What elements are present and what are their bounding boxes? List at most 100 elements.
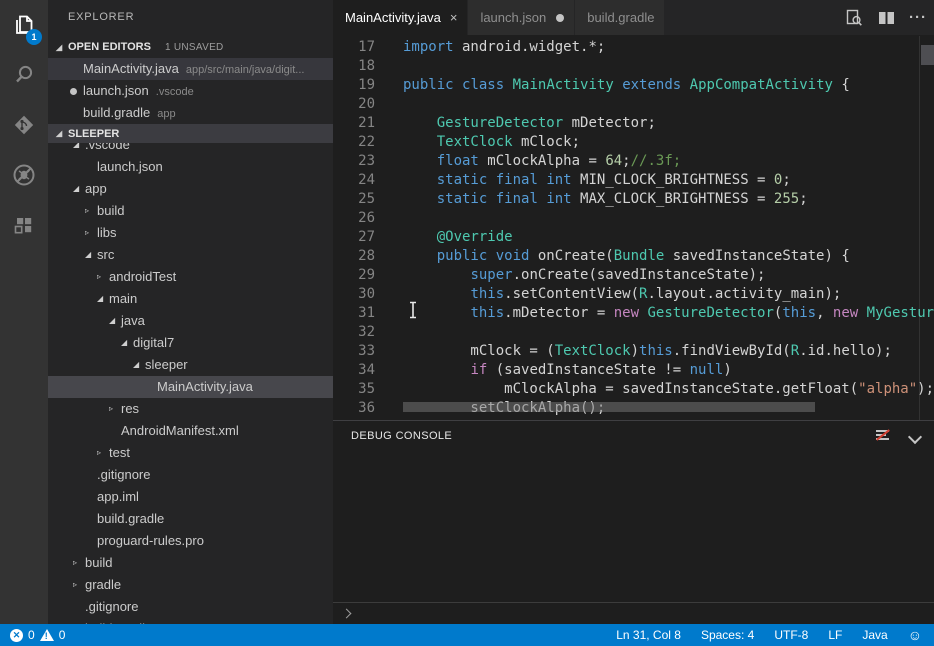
line-content: mClock = (TextClock)this.findViewById(R.… xyxy=(403,343,892,359)
chevron-expanded-icon: ◢ xyxy=(85,244,97,266)
line-number: 25 xyxy=(333,190,375,209)
folder-section-header[interactable]: ◢ SLEEPER xyxy=(48,124,333,143)
code-line-21: 21 GestureDetector mDetector; xyxy=(333,114,934,133)
line-content: static final int MAX_CLOCK_BRIGHTNESS = … xyxy=(403,191,808,207)
folder-section-label: SLEEPER xyxy=(68,128,119,140)
tab-launch.json[interactable]: launch.json xyxy=(468,0,575,35)
activity-bar-item-debug[interactable] xyxy=(0,150,48,200)
tree-item-label: build xyxy=(97,200,124,222)
activity-bar-item-search[interactable] xyxy=(0,50,48,100)
status-eol[interactable]: LF xyxy=(828,628,842,642)
tree-file-app.iml[interactable]: app.iml xyxy=(48,486,333,508)
tree-file-proguard-rules.pro[interactable]: proguard-rules.pro xyxy=(48,530,333,552)
activity-bar-item-source-control[interactable] xyxy=(0,100,48,150)
chevron-expanded-icon: ◢ xyxy=(56,129,68,138)
tree-folder-androidTest[interactable]: ▹androidTest xyxy=(48,266,333,288)
horizontal-scrollbar-thumb[interactable] xyxy=(403,402,815,412)
open-editors-header[interactable]: ◢ OPEN EDITORS 1 UNSAVED xyxy=(48,36,333,58)
line-number: 24 xyxy=(333,171,375,190)
panel-title: DEBUG CONSOLE xyxy=(351,430,452,442)
vertical-scrollbar[interactable] xyxy=(919,36,934,420)
file-path-detail: app/src/main/java/digit... xyxy=(186,64,305,76)
line-content: import android.widget.*; xyxy=(403,39,605,55)
vscode-window: 1 EXPLORER ◢ OPEN EDITORS 1 UNSAVED Main… xyxy=(0,0,934,646)
split-editor-icon[interactable] xyxy=(876,8,896,28)
chevron-expanded-icon: ◢ xyxy=(133,354,145,376)
tree-item-label: build xyxy=(85,552,112,574)
vertical-scrollbar-thumb[interactable] xyxy=(921,45,934,65)
code-line-22: 22 TextClock mClock; xyxy=(333,133,934,152)
extensions-icon xyxy=(11,212,37,238)
tree-item-label: proguard-rules.pro xyxy=(97,530,204,552)
clear-console-icon[interactable] xyxy=(874,428,892,444)
code-editor[interactable]: 17import android.widget.*;1819public cla… xyxy=(333,36,934,420)
chevron-expanded-icon: ◢ xyxy=(97,288,109,310)
prompt-chevron-icon xyxy=(342,609,352,619)
tree-folder-java[interactable]: ◢java xyxy=(48,310,333,332)
tree-folder-test[interactable]: ▹test xyxy=(48,442,333,464)
tree-folder-build[interactable]: ▹build xyxy=(48,200,333,222)
tab-build.gradle[interactable]: build.gradle xyxy=(575,0,665,35)
tab-MainActivity.java[interactable]: MainActivity.java × xyxy=(333,0,468,35)
tree-item-label: digital7 xyxy=(133,332,174,354)
tab-label: MainActivity.java xyxy=(345,10,441,25)
activity-bar-item-extensions[interactable] xyxy=(0,200,48,250)
debug-console-input[interactable] xyxy=(333,602,934,624)
status-cursor-position[interactable]: Ln 31, Col 8 xyxy=(616,628,681,642)
tree-folder-app[interactable]: ◢app xyxy=(48,178,333,200)
code-line-25: 25 static final int MAX_CLOCK_BRIGHTNESS… xyxy=(333,190,934,209)
line-number: 33 xyxy=(333,342,375,361)
open-editor-item[interactable]: MainActivity.javaapp/src/main/java/digit… xyxy=(48,58,333,80)
tree-folder-.vscode[interactable]: ◢.vscode xyxy=(48,143,333,156)
code-line-33: 33 mClock = (TextClock)this.findViewById… xyxy=(333,342,934,361)
tab-label: build.gradle xyxy=(587,10,654,25)
tree-file-AndroidManifest.xml[interactable]: AndroidManifest.xml xyxy=(48,420,333,442)
tree-item-label: res xyxy=(121,398,139,420)
line-number: 23 xyxy=(333,152,375,171)
line-content: super.onCreate(savedInstanceState); xyxy=(403,267,765,283)
tree-file-MainActivity.java[interactable]: MainActivity.java xyxy=(48,376,333,398)
tree-item-label: .gitignore xyxy=(85,596,138,618)
code-content: 17import android.widget.*;1819public cla… xyxy=(333,38,934,418)
tree-file-build.gradle[interactable]: build.gradle xyxy=(48,508,333,530)
mouse-cursor-ibeam xyxy=(408,301,418,319)
tree-folder-res[interactable]: ▹res xyxy=(48,398,333,420)
tree-folder-digital7[interactable]: ◢digital7 xyxy=(48,332,333,354)
tree-folder-main[interactable]: ◢main xyxy=(48,288,333,310)
tree-file-launch.json[interactable]: launch.json xyxy=(48,156,333,178)
line-number: 18 xyxy=(333,57,375,76)
tree-file-.gitignore[interactable]: .gitignore xyxy=(48,596,333,618)
line-content: static final int MIN_CLOCK_BRIGHTNESS = … xyxy=(403,172,791,188)
chevron-down-icon[interactable] xyxy=(906,428,924,444)
tree-folder-sleeper[interactable]: ◢sleeper xyxy=(48,354,333,376)
tree-folder-build[interactable]: ▹build xyxy=(48,552,333,574)
line-content: GestureDetector mDetector; xyxy=(403,115,656,131)
unsaved-count-badge: 1 UNSAVED xyxy=(165,42,224,53)
warning-icon: ! xyxy=(40,629,54,641)
tree-folder-libs[interactable]: ▹libs xyxy=(48,222,333,244)
tree-file-.gitignore[interactable]: .gitignore xyxy=(48,464,333,486)
ellipsis-icon[interactable]: ··· xyxy=(908,8,928,28)
line-number: 27 xyxy=(333,228,375,247)
status-language-mode[interactable]: Java xyxy=(862,628,887,642)
problems-status[interactable]: ✕ 0 ! 0 xyxy=(0,628,65,642)
tree-item-label: test xyxy=(109,442,130,464)
tree-item-label: sleeper xyxy=(145,354,188,376)
code-line-26: 26 xyxy=(333,209,934,228)
file-name: launch.json xyxy=(83,83,149,98)
status-feedback-icon[interactable]: ☺ xyxy=(908,628,922,642)
status-encoding[interactable]: UTF-8 xyxy=(774,628,808,642)
tree-folder-gradle[interactable]: ▹gradle xyxy=(48,574,333,596)
tree-item-label: java xyxy=(121,310,145,332)
line-number: 29 xyxy=(333,266,375,285)
status-indentation[interactable]: Spaces: 4 xyxy=(701,628,754,642)
tree-folder-src[interactable]: ◢src xyxy=(48,244,333,266)
open-editor-item[interactable]: build.gradleapp xyxy=(48,102,333,124)
tree-item-label: AndroidManifest.xml xyxy=(121,420,239,442)
close-icon[interactable]: × xyxy=(450,11,458,24)
code-line-20: 20 xyxy=(333,95,934,114)
preview-icon[interactable] xyxy=(844,8,864,28)
activity-bar-item-explorer[interactable]: 1 xyxy=(0,0,48,50)
chevron-expanded-icon: ◢ xyxy=(73,143,85,156)
open-editor-item[interactable]: launch.json.vscode xyxy=(48,80,333,102)
